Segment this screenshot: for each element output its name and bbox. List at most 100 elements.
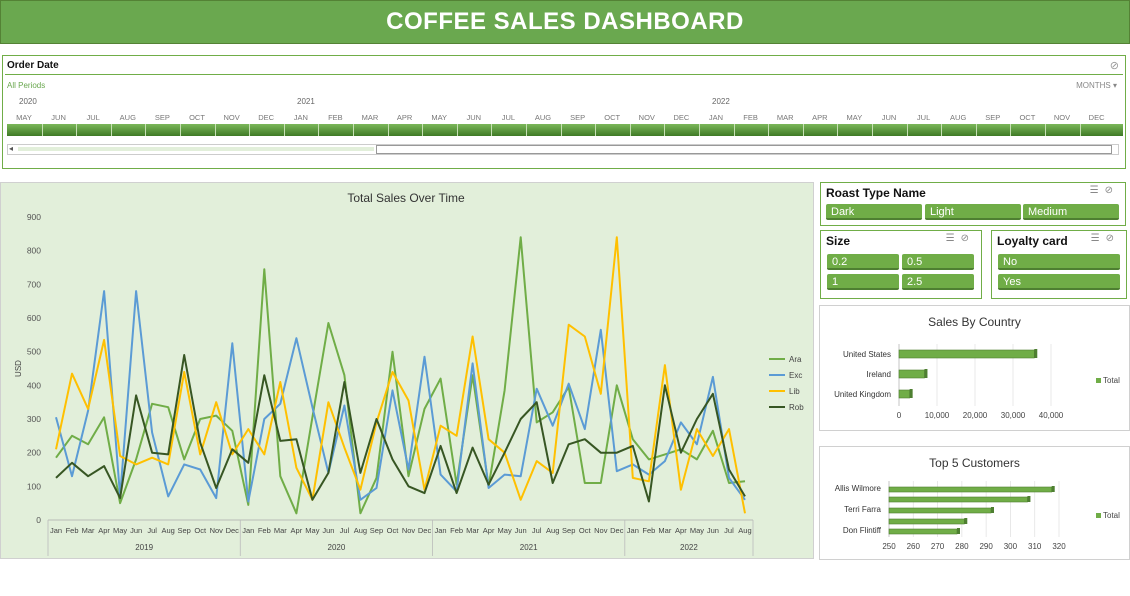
timeline-month-label[interactable]: SEP — [145, 113, 179, 122]
loyalty-item-no[interactable]: No — [998, 254, 1120, 270]
bar — [898, 389, 910, 399]
timeline-month-label[interactable]: FEB — [318, 113, 352, 122]
timeline-month-label[interactable]: JUL — [76, 113, 110, 122]
timeline-month-label[interactable]: MAY — [422, 113, 456, 122]
multi-select-icon[interactable]: ☰ — [1090, 185, 1105, 196]
timeline-month-cell[interactable] — [837, 124, 839, 136]
timeline-month-label[interactable]: DEC — [249, 113, 283, 122]
scrollbar-thumb[interactable] — [376, 145, 1112, 154]
timeline-month-cell[interactable] — [768, 124, 770, 136]
x-tick-label: Jan — [435, 526, 447, 535]
roast-item-light[interactable]: Light — [925, 204, 1021, 220]
timeline-month-cell[interactable] — [318, 124, 320, 136]
timeline-month-label[interactable]: JUL — [907, 113, 941, 122]
multi-select-icon[interactable]: ☰ — [946, 233, 961, 244]
timeline-month-label[interactable]: JAN — [699, 113, 733, 122]
timeline-month-label[interactable]: DEC — [1080, 113, 1114, 122]
timeline-month-cell[interactable] — [41, 124, 43, 136]
time-level-dropdown[interactable]: MONTHS ▾ — [1076, 81, 1117, 90]
x-tick-label: May — [690, 526, 704, 535]
timeline-month-cell[interactable] — [1010, 124, 1012, 136]
timeline-month-label[interactable]: MAY — [7, 113, 41, 122]
legend-label: Rob — [789, 403, 804, 412]
timeline-month-label[interactable]: FEB — [734, 113, 768, 122]
size-item-2-5[interactable]: 2.5 — [902, 274, 974, 290]
timeline-month-cell[interactable] — [456, 124, 458, 136]
timeline-month-label[interactable]: MAR — [353, 113, 387, 122]
timeline-month-label[interactable]: JUL — [491, 113, 525, 122]
timeline-month-label[interactable]: NOV — [215, 113, 249, 122]
timeline-month-label[interactable]: MAR — [768, 113, 802, 122]
timeline-month-label[interactable]: NOV — [1045, 113, 1079, 122]
x-tick-label: Jan — [627, 526, 639, 535]
multi-select-icon[interactable]: ☰ — [1091, 233, 1106, 244]
timeline-month-cell[interactable] — [526, 124, 527, 136]
timeline-month-label[interactable]: DEC — [664, 113, 698, 122]
timeline-month-cell[interactable] — [872, 124, 873, 136]
scroll-left-icon[interactable]: ◂ — [9, 144, 13, 153]
clear-filter-icon[interactable]: ⊘ — [1110, 59, 1119, 72]
clear-filter-icon[interactable]: ⊘ — [1105, 185, 1119, 196]
timeline-month-cell[interactable] — [283, 124, 285, 136]
timeline-month-cell[interactable] — [1045, 124, 1046, 136]
timeline-month-cell[interactable] — [733, 124, 735, 136]
timeline-month-label[interactable]: AUG — [526, 113, 560, 122]
timeline-month-cell[interactable] — [353, 124, 354, 136]
x-tick-label: Sep — [562, 526, 575, 535]
timeline-month-cell[interactable] — [975, 124, 977, 136]
x-tick-label: Aug — [161, 526, 174, 535]
timeline-month-cell[interactable] — [595, 124, 597, 136]
timeline-month-cell[interactable] — [629, 124, 631, 136]
loyalty-item-yes[interactable]: Yes — [998, 274, 1120, 290]
y-tick-label: 300 — [27, 414, 41, 424]
timeline-month-label[interactable]: SEP — [976, 113, 1010, 122]
size-item-1[interactable]: 1 — [827, 274, 899, 290]
timeline-month-cell[interactable] — [214, 124, 216, 136]
timeline-month-cell[interactable] — [422, 124, 424, 136]
order-date-timeline[interactable]: Order Date ⊘ All Periods MONTHS ▾ 2020 20… — [2, 55, 1126, 169]
timeline-month-label[interactable]: APR — [803, 113, 837, 122]
timeline-month-cell[interactable] — [491, 124, 493, 136]
timeline-month-cell[interactable] — [560, 124, 562, 136]
roast-item-medium[interactable]: Medium — [1023, 204, 1119, 220]
timeline-month-label[interactable]: OCT — [595, 113, 629, 122]
loyalty-card-slicer: Loyalty card ☰⊘ No Yes — [991, 230, 1127, 299]
timeline-month-cell[interactable] — [664, 124, 666, 136]
size-item-0-5[interactable]: 0.5 — [902, 254, 974, 270]
timeline-month-label[interactable]: OCT — [1010, 113, 1044, 122]
roast-item-dark[interactable]: Dark — [826, 204, 922, 220]
timeline-month-label[interactable]: OCT — [180, 113, 214, 122]
x-tick-label: Jul — [532, 526, 542, 535]
timeline-month-cell[interactable] — [110, 124, 112, 136]
timeline-month-label[interactable]: MAY — [837, 113, 871, 122]
timeline-month-label[interactable]: AUG — [941, 113, 975, 122]
timeline-month-cell[interactable] — [699, 124, 700, 136]
x-tick-label: Jul — [147, 526, 157, 535]
timeline-month-label[interactable]: JUN — [872, 113, 906, 122]
timeline-month-label[interactable]: JUN — [42, 113, 76, 122]
timeline-month-cell[interactable] — [802, 124, 804, 136]
x-tick-label: May — [113, 526, 127, 535]
timeline-month-cell[interactable] — [1079, 124, 1081, 136]
timeline-month-cell[interactable] — [180, 124, 181, 136]
timeline-month-label[interactable]: AUG — [111, 113, 145, 122]
x-tick-label: Feb — [450, 526, 463, 535]
clear-filter-icon[interactable]: ⊘ — [961, 233, 975, 244]
clear-filter-icon[interactable]: ⊘ — [1106, 233, 1120, 244]
size-item-0-2[interactable]: 0.2 — [827, 254, 899, 270]
timeline-month-cell[interactable] — [249, 124, 251, 136]
y-tick-label: 100 — [27, 481, 41, 491]
timeline-month-cell[interactable] — [941, 124, 943, 136]
timeline-month-cell[interactable] — [145, 124, 147, 136]
timeline-month-cell[interactable] — [387, 124, 389, 136]
timeline-month-label[interactable]: JAN — [284, 113, 318, 122]
timeline-month-cell[interactable] — [76, 124, 78, 136]
x-tick-label: Aug — [546, 526, 559, 535]
timeline-selection-bar[interactable] — [7, 124, 1123, 136]
timeline-month-label[interactable]: SEP — [561, 113, 595, 122]
timeline-month-label[interactable]: NOV — [630, 113, 664, 122]
timeline-scrollbar[interactable]: ◂ — [7, 144, 1119, 155]
timeline-month-cell[interactable] — [906, 124, 908, 136]
timeline-month-label[interactable]: JUN — [457, 113, 491, 122]
timeline-month-label[interactable]: APR — [388, 113, 422, 122]
